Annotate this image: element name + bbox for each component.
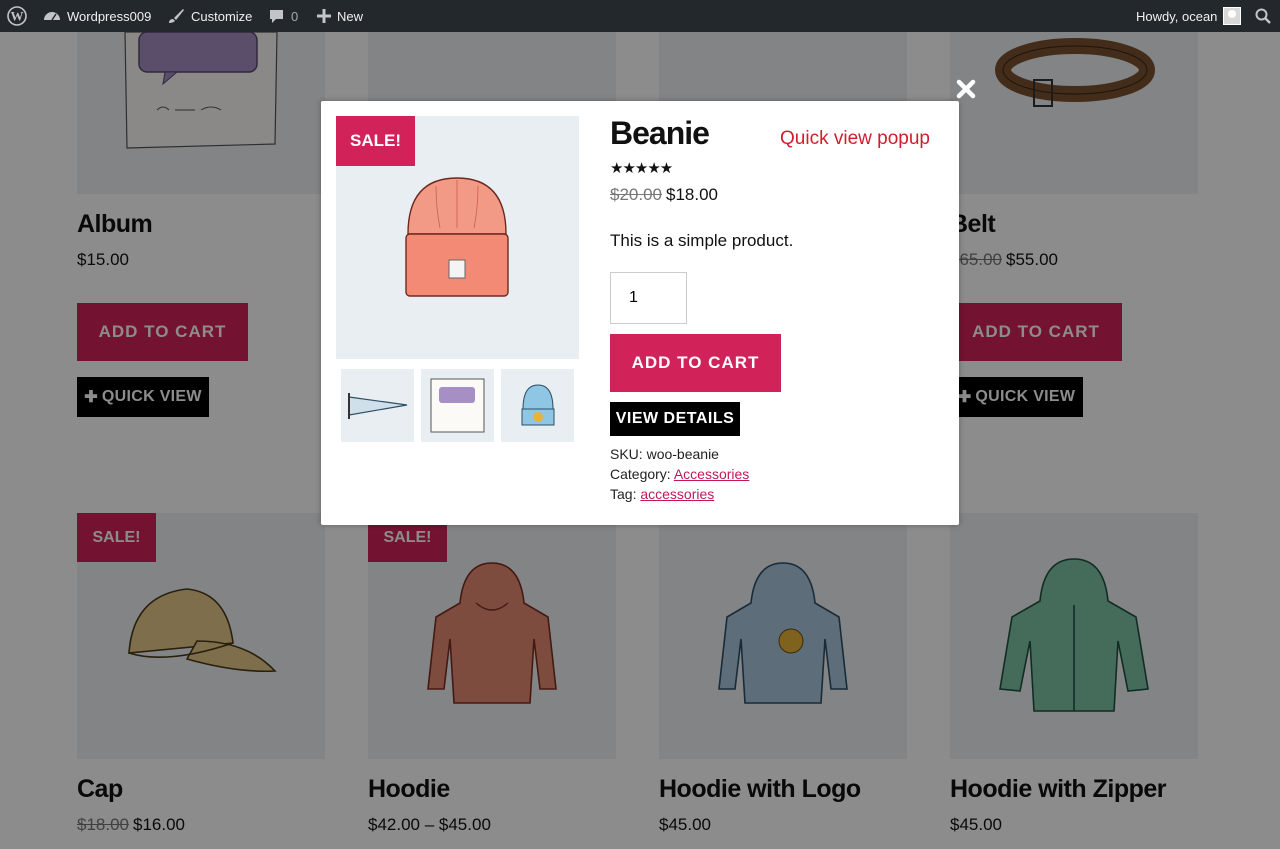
customize-link[interactable]: Customize [167, 0, 252, 32]
close-icon[interactable] [955, 78, 977, 100]
category-label: Category: [610, 466, 671, 482]
quick-view-modal: SALE! Beanie Quick view popup ★★★★★ $20.… [321, 101, 959, 525]
quantity-input[interactable] [610, 272, 687, 324]
price-old: $20.00 [610, 185, 662, 204]
avatar [1223, 7, 1242, 25]
comments-count: 0 [291, 8, 299, 24]
thumbnail-album[interactable] [421, 369, 494, 442]
customize-label: Customize [191, 8, 253, 24]
product-category: Category: Accessories [610, 466, 749, 482]
add-to-cart-button[interactable]: ADD TO CART [610, 334, 781, 392]
tag-label: Tag: [610, 486, 637, 502]
howdy-label: Howdy, ocean [1136, 8, 1218, 24]
comments-link[interactable]: 0 [268, 0, 298, 32]
brush-icon [167, 8, 185, 24]
product-title: Beanie [610, 115, 710, 151]
quick-view-popup-label: Quick view popup [780, 128, 930, 149]
new-content-link[interactable]: New [317, 0, 363, 32]
sku-label: SKU: [610, 446, 643, 462]
thumbnail-pennant[interactable] [341, 369, 414, 442]
plus-icon [317, 9, 331, 23]
site-name-label: Wordpress009 [67, 8, 152, 24]
dashboard-icon [43, 8, 61, 24]
view-details-button[interactable]: VIEW DETAILS [610, 402, 740, 436]
wordpress-logo-icon[interactable]: W [7, 0, 27, 32]
product-sku: SKU: woo-beanie [610, 446, 719, 462]
new-label: New [337, 8, 364, 24]
thumbnail-beanie-with-logo[interactable] [501, 369, 574, 442]
search-icon[interactable] [1255, 0, 1271, 32]
category-link[interactable]: Accessories [674, 466, 749, 482]
star-rating: ★★★★★ [610, 160, 673, 177]
admin-bar: W Wordpress009 Customize 0 New Howdy, oc… [0, 0, 1280, 32]
comment-bubble-icon [268, 8, 285, 24]
price-current: $18.00 [666, 185, 718, 204]
tag-link[interactable]: accessories [640, 486, 714, 502]
sale-badge: SALE! [336, 116, 415, 166]
product-price: $20.00 $18.00 [610, 185, 718, 205]
site-name-link[interactable]: Wordpress009 [43, 0, 151, 32]
my-account-link[interactable]: Howdy, ocean [1136, 0, 1242, 32]
product-tag: Tag: accessories [610, 486, 714, 502]
product-description: This is a simple product. [610, 231, 794, 250]
svg-text:W: W [11, 9, 24, 24]
sku-value: woo-beanie [646, 446, 719, 462]
